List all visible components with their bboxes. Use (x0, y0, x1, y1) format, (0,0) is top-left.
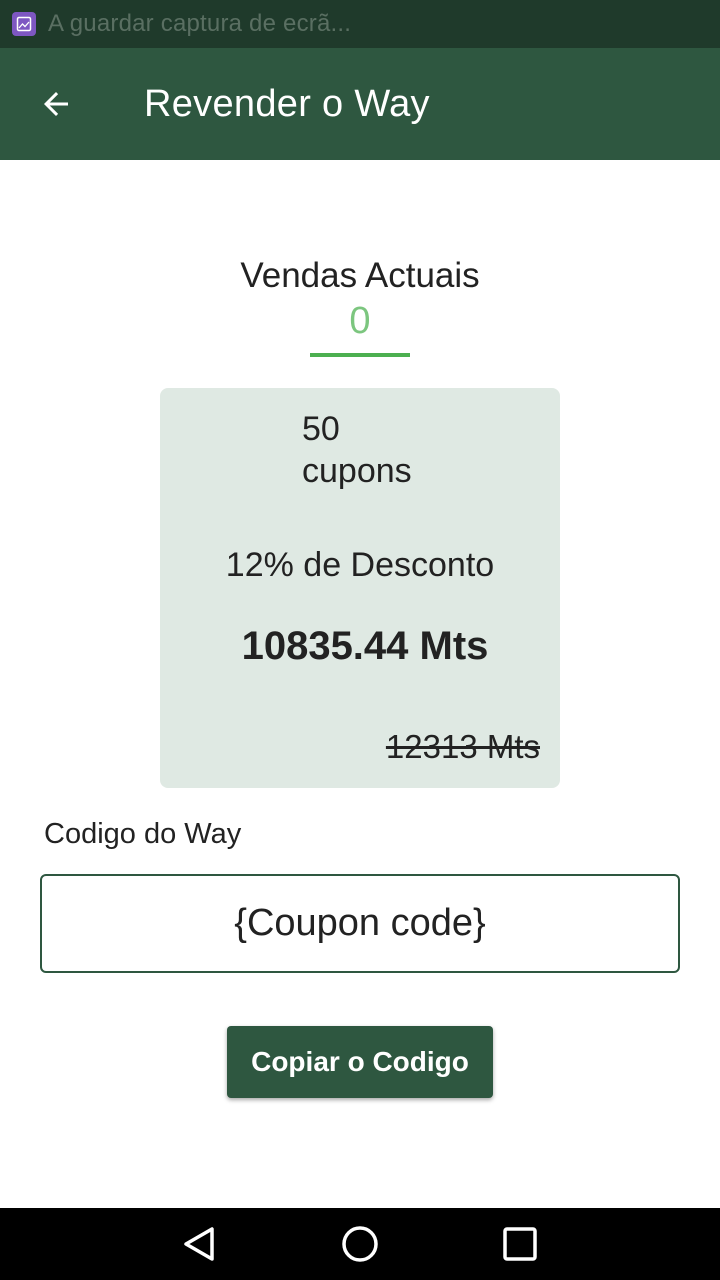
current-sales-label: Vendas Actuais (240, 256, 480, 295)
nav-home-icon (342, 1226, 378, 1262)
status-bar: A guardar captura de ecrã... (0, 0, 720, 48)
nav-back-button[interactable] (140, 1208, 260, 1280)
coupon-code-field[interactable]: {Coupon code} (40, 874, 680, 973)
page-title: Revender o Way (144, 82, 430, 125)
original-price: 12313 Mts (385, 728, 540, 765)
code-label: Codigo do Way (44, 818, 242, 850)
current-sales-value: 0 (349, 300, 371, 342)
nav-home-button[interactable] (300, 1208, 420, 1280)
screenshot-icon (12, 12, 36, 36)
arrow-back-icon (44, 92, 68, 116)
coupon-count: 50 (302, 410, 340, 448)
app-bar: Revender o Way (0, 48, 720, 160)
coupon-unit: cupons (302, 452, 412, 490)
final-price: 10835.44 Mts (241, 624, 489, 668)
discount-text: 12% de Desconto (225, 546, 495, 584)
nav-back-icon (184, 1227, 214, 1261)
status-notification-text: A guardar captura de ecrã... (48, 10, 352, 37)
offer-card: 50 cupons 12% de Desconto 10835.44 Mts 1… (160, 388, 560, 788)
back-button[interactable] (0, 48, 112, 160)
sales-underline-divider (310, 353, 410, 357)
copy-code-button[interactable]: Copiar o Codigo (227, 1026, 493, 1098)
navigation-bar (0, 1208, 720, 1280)
nav-recents-button[interactable] (460, 1208, 580, 1280)
nav-recents-icon (503, 1227, 537, 1261)
